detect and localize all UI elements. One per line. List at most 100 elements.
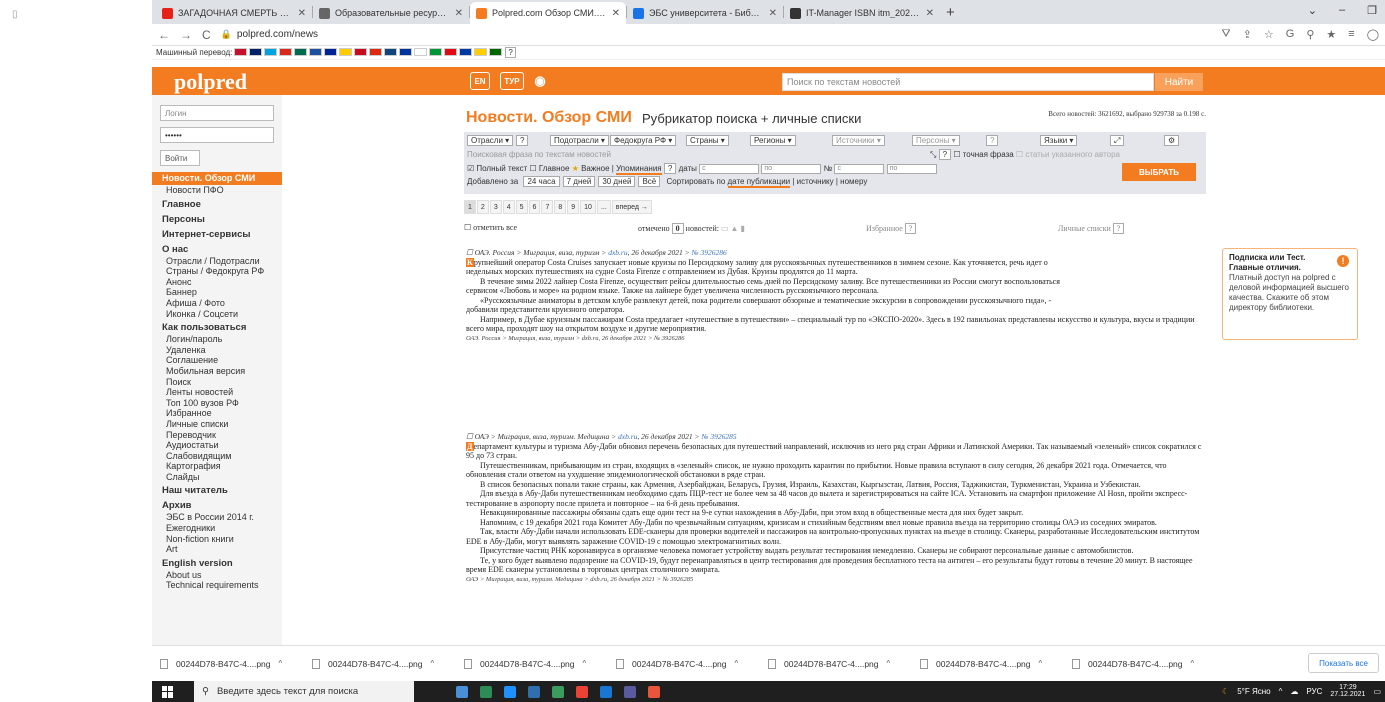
browser-tab[interactable]: IT-Manager ISBN itm_2021_06 - ✕ bbox=[784, 2, 940, 24]
taskbar-app-icon[interactable] bbox=[600, 685, 612, 698]
flag-icon[interactable] bbox=[369, 47, 383, 56]
extension-icon[interactable]: ⚲ bbox=[1306, 28, 1314, 41]
close-icon[interactable]: ✕ bbox=[455, 8, 463, 19]
sidebar-item[interactable]: Non-fiction книги bbox=[152, 534, 282, 545]
eye-icon[interactable]: ◉ bbox=[532, 72, 548, 90]
sidebar-item[interactable]: Слабовидящим bbox=[152, 451, 282, 462]
filter-dropdown[interactable]: Источники ▾ bbox=[832, 135, 885, 146]
phrase-input[interactable]: Поисковая фраза по текстам новостей bbox=[467, 150, 927, 160]
date-to-input[interactable]: по bbox=[761, 163, 822, 174]
flag-icon[interactable] bbox=[399, 47, 413, 56]
page-link[interactable]: 10 bbox=[580, 200, 596, 214]
taskbar-app-icon[interactable] bbox=[624, 685, 636, 698]
sidebar-item[interactable]: Картография bbox=[152, 461, 282, 472]
filter-dropdown[interactable]: ? bbox=[986, 135, 999, 146]
mark-all[interactable]: ☐ отметить все bbox=[464, 223, 517, 232]
extension-icon[interactable]: ⛛ bbox=[1221, 28, 1230, 41]
sidebar-item[interactable]: Архив bbox=[152, 499, 282, 512]
password-input[interactable]: •••••• bbox=[160, 127, 274, 143]
taskbar-app-icon[interactable] bbox=[480, 685, 492, 698]
sidebar-item[interactable]: English version bbox=[152, 557, 282, 570]
period-option[interactable]: 30 дней bbox=[598, 176, 636, 187]
page-link[interactable]: 8 bbox=[554, 200, 567, 214]
sidebar-item[interactable]: Новости ПФО bbox=[152, 185, 282, 196]
download-item[interactable]: 00244D78-B47C-4....png ^ bbox=[920, 658, 1072, 669]
download-item[interactable]: 00244D78-B47C-4....png ^ bbox=[464, 658, 616, 669]
flag-icon[interactable] bbox=[324, 47, 338, 56]
choose-button[interactable]: ВЫБРАТЬ bbox=[1122, 163, 1196, 181]
article-rubric[interactable]: ОАЭ. Россия > Миграция, виза, туризм > bbox=[475, 248, 607, 257]
flag-icon[interactable] bbox=[234, 47, 248, 56]
filter-dropdown[interactable]: ? bbox=[516, 135, 529, 146]
flag-icon[interactable] bbox=[294, 47, 308, 56]
sidebar-item[interactable]: Избранное bbox=[152, 408, 282, 419]
sidebar-item[interactable]: Переводчик bbox=[152, 430, 282, 441]
en-button[interactable]: EN bbox=[470, 72, 490, 90]
lock-icon[interactable]: 🔒 bbox=[221, 29, 232, 40]
flag-icon[interactable] bbox=[429, 47, 443, 56]
browser-tab[interactable]: ЗАГАДОЧНАЯ СМЕРТЬ НЕВ ✕ bbox=[156, 2, 312, 24]
chevron-up-icon[interactable]: ^ bbox=[1039, 659, 1043, 668]
sidebar-item[interactable]: Аудиостатьи bbox=[152, 440, 282, 451]
sidebar-item[interactable]: Слайды bbox=[152, 472, 282, 483]
page-link[interactable]: 7 bbox=[541, 200, 554, 214]
language-indicator[interactable]: РУС bbox=[1306, 687, 1322, 696]
article-source-link[interactable]: dxb.ru bbox=[618, 432, 637, 441]
tray-arrow-icon[interactable]: ^ bbox=[1279, 687, 1283, 696]
sort-option[interactable]: источнику bbox=[797, 177, 834, 186]
flag-icon[interactable] bbox=[339, 47, 353, 56]
sidebar-item[interactable]: Афиша / Фото bbox=[152, 298, 282, 309]
login-input[interactable]: Логин bbox=[160, 105, 274, 121]
close-icon[interactable]: ✕ bbox=[612, 8, 620, 19]
sidebar-item[interactable]: Как пользоваться bbox=[152, 321, 282, 334]
article-rubric[interactable]: ОАЭ > Миграция, виза, туризм. Медицина > bbox=[475, 432, 617, 441]
sidebar-item[interactable]: Топ 100 вузов РФ bbox=[152, 398, 282, 409]
extension-icon[interactable]: G bbox=[1286, 28, 1295, 41]
chevron-up-icon[interactable]: ^ bbox=[887, 659, 891, 668]
taskbar-app-icon[interactable] bbox=[456, 685, 468, 698]
sidebar-item[interactable]: Удаленка bbox=[152, 345, 282, 356]
page-link[interactable]: ... bbox=[596, 200, 611, 214]
period-option[interactable]: 7 дней bbox=[562, 176, 596, 187]
taskbar-app-icon[interactable] bbox=[528, 685, 540, 698]
sidebar-item[interactable]: Личные списки bbox=[152, 419, 282, 430]
translator-help[interactable]: ? bbox=[505, 47, 516, 58]
page-link[interactable]: 3 bbox=[489, 200, 502, 214]
maximize-icon[interactable]: ❐ bbox=[1367, 4, 1377, 17]
filter-dropdown[interactable]: Подотрасли ▾ bbox=[550, 135, 609, 146]
taskbar-app-icon[interactable] bbox=[648, 685, 660, 698]
extension-icon[interactable]: ☆ bbox=[1264, 28, 1274, 41]
number-to-input[interactable]: по bbox=[886, 163, 937, 174]
sidebar-item[interactable]: Новости. Обзор СМИ bbox=[152, 172, 282, 185]
flag-icon[interactable] bbox=[489, 47, 503, 56]
new-tab-button[interactable]: + bbox=[946, 4, 955, 21]
show-all-button[interactable]: Показать все bbox=[1308, 653, 1379, 673]
period-option[interactable]: Всё bbox=[638, 176, 661, 187]
sidebar-item[interactable]: Art bbox=[152, 544, 282, 555]
mark-actions-icon[interactable]: ▭ ▲ ▮ bbox=[721, 224, 745, 233]
article-number-link[interactable]: № 3926285 bbox=[701, 432, 736, 441]
taskbar-search[interactable]: ⚲ Введите здесь текст для поиска bbox=[194, 681, 414, 702]
flag-icon[interactable] bbox=[459, 47, 473, 56]
flag-icon[interactable] bbox=[249, 47, 263, 56]
sidebar-item[interactable]: Главное bbox=[152, 198, 282, 211]
url-field[interactable]: polpred.com/news bbox=[237, 29, 1222, 40]
mentions-label[interactable]: Упоминания bbox=[616, 164, 662, 175]
sidebar-item[interactable]: Соглашение bbox=[152, 355, 282, 366]
chevron-up-icon[interactable]: ^ bbox=[583, 659, 587, 668]
extension-icon[interactable]: ⇪ bbox=[1243, 28, 1252, 41]
page-link[interactable]: 2 bbox=[476, 200, 489, 214]
browser-tab[interactable]: Образовательные ресурсы биб ✕ bbox=[313, 2, 469, 24]
author-checkbox[interactable]: ☐ bbox=[1016, 150, 1023, 159]
filter-dropdown[interactable]: ⚙ bbox=[1164, 135, 1180, 146]
tour-button[interactable]: ТУР bbox=[500, 72, 524, 90]
extension-icon[interactable]: ≡ bbox=[1348, 28, 1354, 41]
article-checkbox[interactable]: ☐ bbox=[466, 248, 475, 257]
download-item[interactable]: 00244D78-B47C-4....png ^ bbox=[1072, 658, 1224, 669]
find-button[interactable]: Найти bbox=[1155, 73, 1203, 91]
article-footer[interactable]: ОАЭ > Миграция, виза, туризм. Медицина >… bbox=[466, 575, 1204, 585]
page-link[interactable]: 5 bbox=[515, 200, 528, 214]
site-logo[interactable]: polpred bbox=[174, 69, 247, 95]
article-source-link[interactable]: dxb.ru bbox=[608, 248, 627, 257]
sidebar-item[interactable]: About us bbox=[152, 570, 282, 581]
